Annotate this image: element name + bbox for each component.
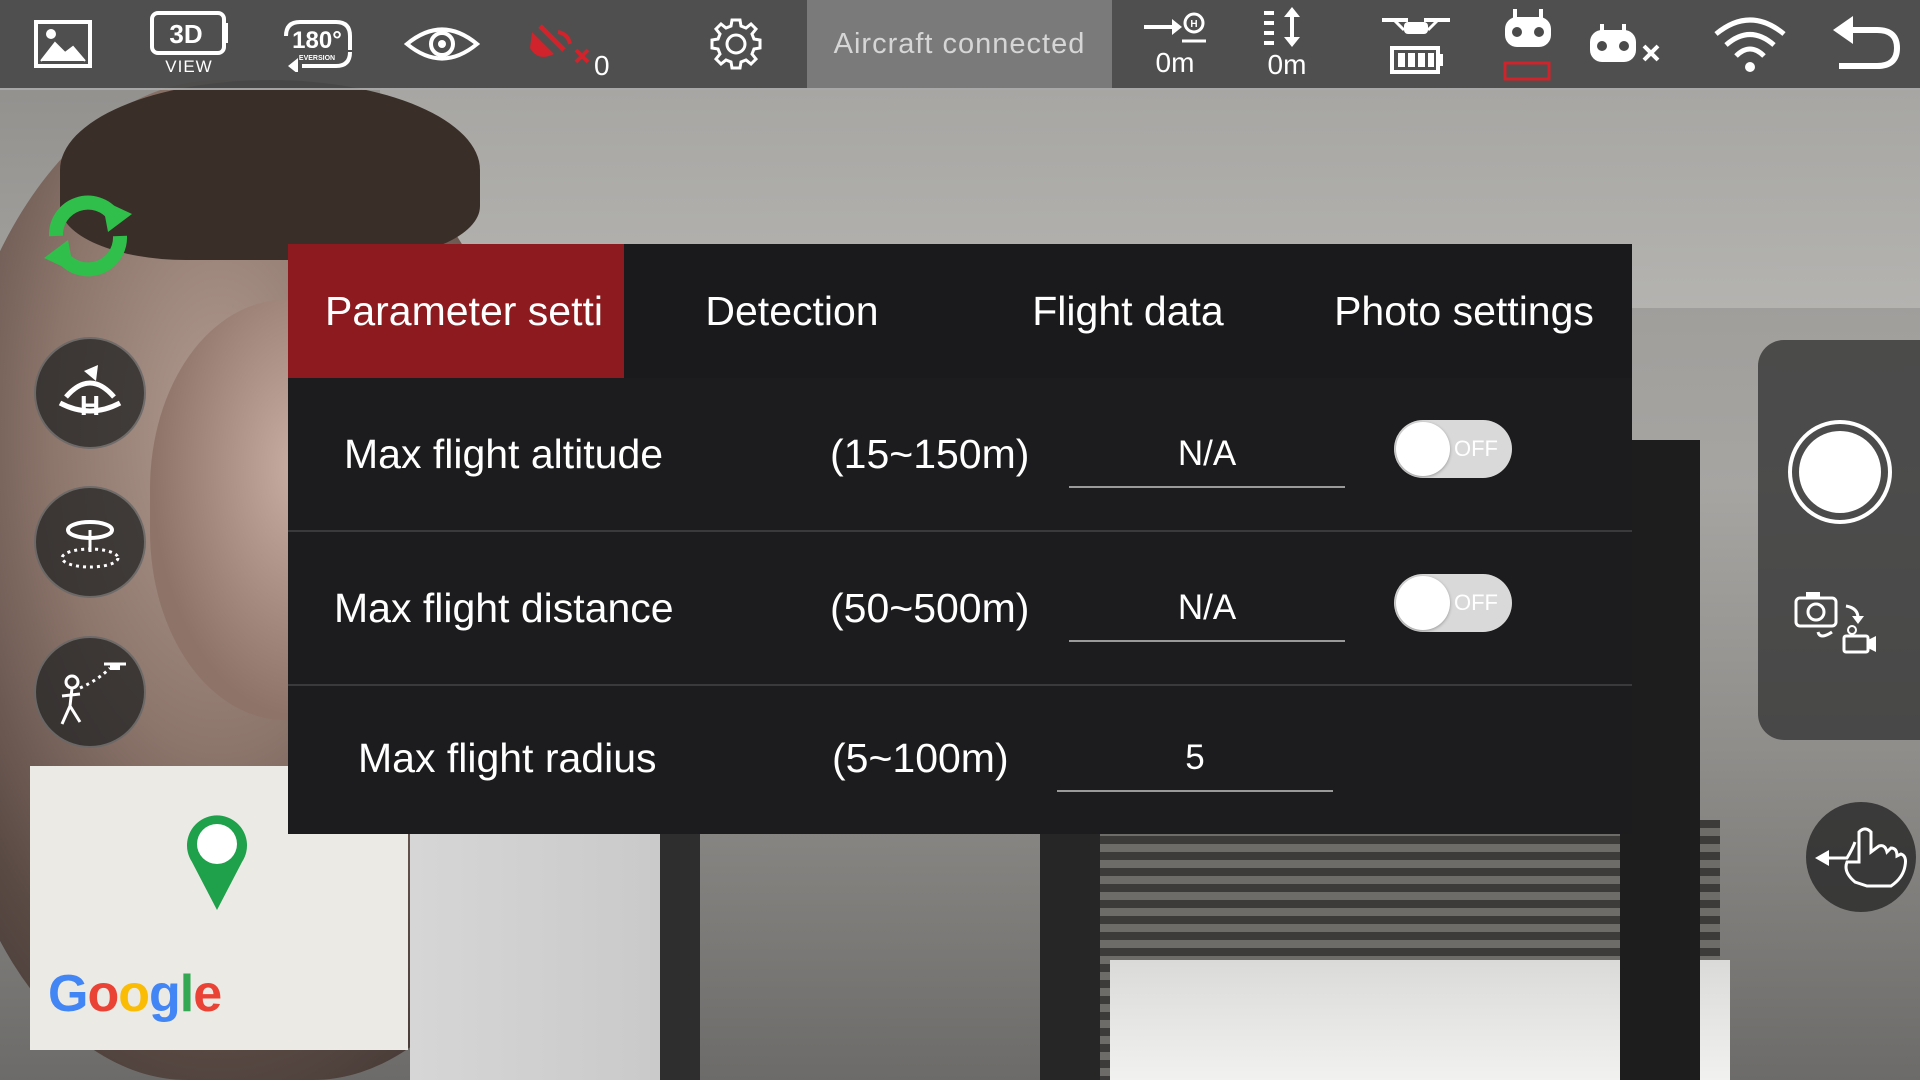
- location-pin-icon: [184, 810, 250, 917]
- tab-flight-data[interactable]: Flight data: [960, 244, 1296, 378]
- svg-text:180°: 180°: [292, 27, 342, 54]
- aircraft-battery: [1376, 0, 1456, 88]
- connection-status: Aircraft connected: [807, 0, 1112, 88]
- setting-label: Max flight distance: [334, 584, 674, 631]
- 3d-view-button[interactable]: 3D VIEW: [148, 0, 230, 88]
- circle-flight-button[interactable]: [34, 486, 146, 598]
- gesture-control-button[interactable]: [1806, 802, 1916, 912]
- altitude-value: 0m: [1267, 49, 1307, 80]
- remote-controller-disconnected-icon: [1590, 24, 1660, 62]
- tab-detection[interactable]: Detection: [624, 244, 960, 378]
- settings-dialog: Parameter setti Detection Flight data Ph…: [288, 244, 1632, 834]
- toggle-state: OFF: [1454, 590, 1498, 615]
- follow-me-icon: [60, 662, 126, 725]
- radius-input[interactable]: 5: [1057, 726, 1333, 792]
- drone-battery-icon: [1382, 18, 1450, 74]
- distance-toggle[interactable]: OFF: [1394, 574, 1512, 632]
- google-logo: Google: [48, 965, 222, 1023]
- gps-count: 0: [594, 50, 610, 81]
- view-caption: VIEW: [165, 57, 213, 76]
- rotate-180-icon: 180° EVERSION: [284, 20, 352, 72]
- setting-range: (50~500m): [830, 584, 1030, 631]
- controller-battery: [1500, 0, 1556, 88]
- setting-row-radius: Max flight radius (5~100m) 5: [288, 682, 1632, 834]
- gps-status: 0: [524, 0, 634, 88]
- distance-indicator: H 0m: [1140, 0, 1210, 88]
- wifi-signal: [1712, 0, 1788, 88]
- window-frame-left: [1040, 820, 1100, 1080]
- refresh-button[interactable]: [36, 184, 140, 288]
- svg-text:H: H: [80, 390, 100, 421]
- svg-text:3D: 3D: [169, 19, 202, 49]
- photo-video-switch-button[interactable]: [1792, 586, 1876, 661]
- eye-icon: [404, 27, 480, 61]
- distance-input[interactable]: N/A: [1069, 576, 1345, 642]
- altitude-indicator: 0m: [1252, 0, 1322, 88]
- follow-me-button[interactable]: [34, 636, 146, 748]
- home-distance-icon: H: [1144, 12, 1206, 43]
- return-home-button[interactable]: H: [34, 337, 146, 449]
- shutter-button[interactable]: [1788, 420, 1892, 524]
- settings-tabs: Parameter setti Detection Flight data Ph…: [288, 244, 1632, 378]
- return-home-icon: H: [58, 365, 122, 421]
- back-button[interactable]: [1828, 0, 1902, 88]
- top-toolbar: 3D VIEW 180° EVERSION 0 Aircraft connect…: [0, 0, 1920, 90]
- toggle-knob: [1396, 422, 1450, 476]
- window-frame-right: [1620, 440, 1700, 1080]
- gear-icon: [710, 18, 762, 70]
- inversion-button[interactable]: 180° EVERSION: [278, 0, 358, 88]
- altitude-input[interactable]: N/A: [1069, 422, 1345, 488]
- remote-controller-battery-icon: [1503, 9, 1551, 81]
- refresh-icon: [44, 195, 132, 277]
- setting-label: Max flight altitude: [344, 430, 664, 477]
- svg-text:H: H: [1190, 19, 1197, 30]
- shutter-inner: [1799, 431, 1881, 513]
- door: [410, 830, 670, 1080]
- camera-control-panel: [1758, 340, 1920, 740]
- door-frame: [660, 830, 700, 1080]
- altitude-toggle[interactable]: OFF: [1394, 420, 1512, 478]
- wifi-icon: [1714, 17, 1786, 72]
- 3d-view-icon: 3D: [150, 11, 228, 55]
- gallery-button[interactable]: [28, 0, 98, 88]
- svg-text:EVERSION: EVERSION: [299, 55, 335, 62]
- hand-gesture-icon: [1815, 827, 1907, 888]
- setting-row-distance: Max flight distance (50~500m) N/A OFF: [288, 532, 1632, 684]
- setting-row-altitude: Max flight altitude (15~150m) N/A OFF: [288, 378, 1632, 530]
- orbit-icon: [60, 520, 120, 569]
- camera-video-switch-icon: [1794, 592, 1876, 654]
- visibility-button[interactable]: [404, 0, 480, 88]
- toggle-knob: [1396, 576, 1450, 630]
- tab-photo-settings[interactable]: Photo settings: [1296, 244, 1632, 378]
- altitude-icon: [1264, 7, 1300, 47]
- image-icon: [34, 20, 92, 68]
- setting-range: (15~150m): [830, 430, 1030, 477]
- distance-value: 0m: [1155, 47, 1195, 78]
- tab-parameter-settings[interactable]: Parameter setti: [288, 244, 624, 378]
- setting-range: (5~100m): [832, 734, 1009, 781]
- back-arrow-icon: [1833, 16, 1901, 69]
- setting-label: Max flight radius: [358, 734, 657, 781]
- controller-status: [1588, 0, 1664, 88]
- toggle-state: OFF: [1454, 436, 1498, 461]
- satellite-off-icon: [530, 24, 590, 64]
- settings-button[interactable]: [706, 0, 766, 88]
